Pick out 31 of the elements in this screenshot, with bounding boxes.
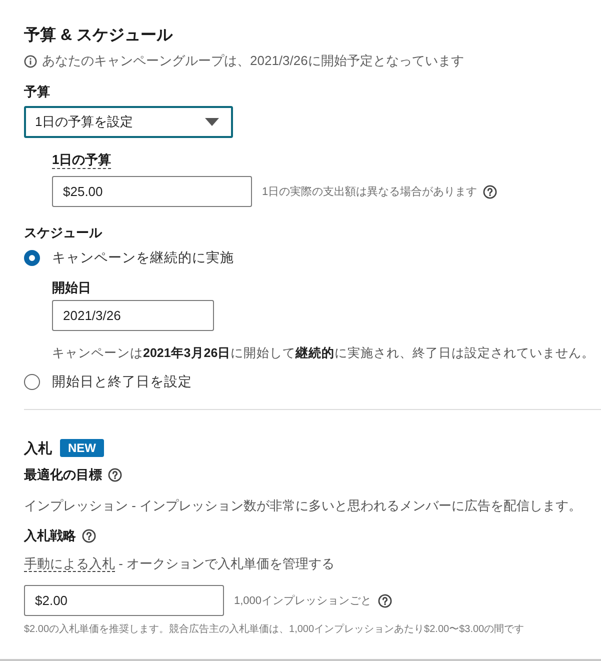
schedule-option-label[interactable]: キャンペーンを継続的に実施 bbox=[52, 249, 234, 267]
caret-icon bbox=[205, 118, 219, 126]
goal-label: 最適化の目標 bbox=[24, 466, 102, 484]
section-title: 予算 & スケジュール bbox=[24, 26, 172, 46]
bidding-title: 入札 bbox=[24, 439, 52, 458]
budget-label: 予算 bbox=[24, 83, 50, 101]
goal-text: インプレッション - インプレッション数が非常に多いと思われるメンバーに広告を配信します。 bbox=[24, 497, 582, 515]
bid-unit-text: 1,000インプレッションごと bbox=[234, 594, 372, 608]
help-icon[interactable] bbox=[378, 594, 392, 608]
start-date-input[interactable]: 2021/3/26 bbox=[52, 300, 214, 331]
help-icon[interactable] bbox=[483, 184, 498, 198]
start-date-label: 開始日 bbox=[52, 279, 91, 297]
bid-method-link[interactable]: 手動による入札 bbox=[24, 556, 115, 572]
radio-button[interactable] bbox=[24, 374, 40, 390]
bid-strategy-text: 手動による入札 - オークションで入札単価を管理する bbox=[24, 555, 335, 573]
start-info-text: あなたのキャンペーングループは、2021/3/26に開始予定となっています bbox=[42, 52, 464, 70]
radio-button[interactable] bbox=[24, 250, 40, 266]
bid-strategy-label: 入札戦略 bbox=[24, 527, 76, 545]
schedule-summary-text: キャンペーンは2021年3月26日に開始して継続的に実施され、終了日は設定されていません。 bbox=[52, 345, 595, 362]
help-icon[interactable] bbox=[108, 468, 122, 482]
schedule-label: スケジュール bbox=[24, 224, 102, 242]
budget-type-select[interactable]: 1日の予算を設定 bbox=[24, 106, 233, 138]
bid-recommendation-note: $2.00の入札単価を推奨します。競合広告主の入札単価は、1,000インプレッションあたり$2.00〜$3.00の間です bbox=[24, 623, 524, 637]
spend-hint: 1日の実際の支出額は異なる場合があります bbox=[262, 184, 478, 198]
help-icon[interactable] bbox=[82, 529, 96, 543]
new-badge: NEW bbox=[60, 439, 104, 457]
daily-budget-label[interactable]: 1日の予算 bbox=[52, 151, 112, 169]
info-icon bbox=[24, 54, 37, 68]
daily-budget-input[interactable]: $25.00 bbox=[52, 176, 252, 207]
schedule-option-label[interactable]: 開始日と終了日を設定 bbox=[52, 373, 192, 391]
bid-amount-input[interactable]: $2.00 bbox=[24, 585, 224, 616]
